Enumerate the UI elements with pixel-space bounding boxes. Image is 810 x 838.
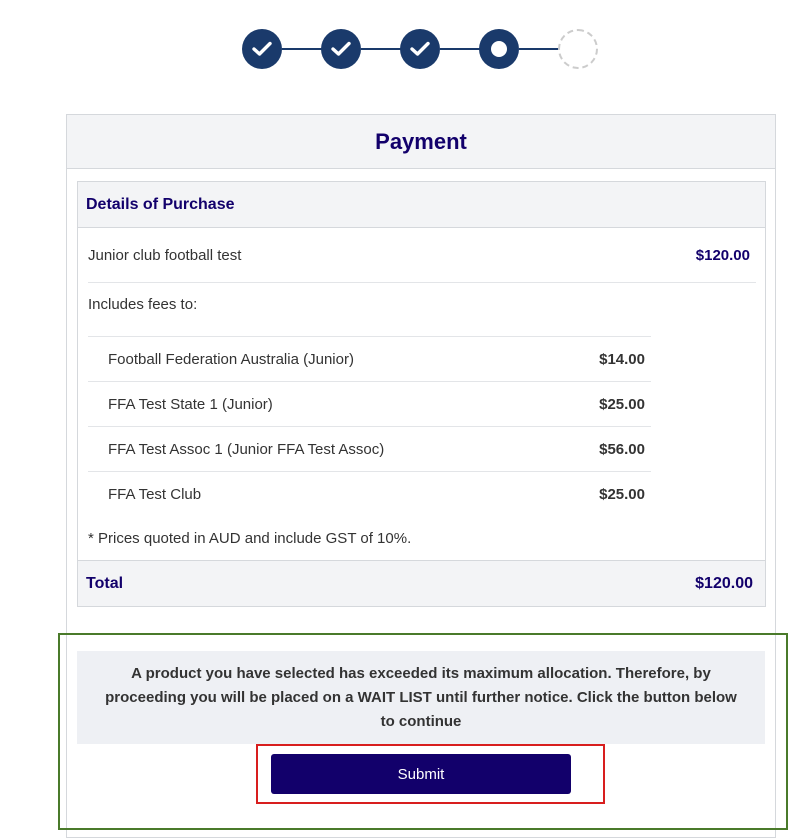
purchase-details-heading: Details of Purchase <box>78 182 765 228</box>
product-row: Junior club football test $120.00 <box>88 228 756 283</box>
check-icon <box>252 41 272 56</box>
fee-amount: $25.00 <box>599 485 645 503</box>
check-icon <box>331 41 351 56</box>
total-row: Total $120.00 <box>78 560 765 606</box>
product-price: $120.00 <box>695 246 750 264</box>
current-step-dot <box>491 41 507 57</box>
fees-list: Football Federation Australia (Junior) $… <box>88 336 651 516</box>
fee-amount: $14.00 <box>599 350 645 368</box>
fee-row: FFA Test Club $25.00 <box>88 471 651 516</box>
progress-stepper <box>242 29 602 71</box>
fee-row: Football Federation Australia (Junior) $… <box>88 336 651 381</box>
fee-row: FFA Test Assoc 1 (Junior FFA Test Assoc)… <box>88 426 651 471</box>
fee-name: FFA Test Assoc 1 (Junior FFA Test Assoc) <box>108 440 385 458</box>
fee-amount: $56.00 <box>599 440 645 458</box>
page-title: Payment <box>375 128 467 154</box>
step-connector <box>519 48 559 50</box>
check-icon <box>410 41 430 56</box>
fees-label: Includes fees to: <box>88 296 198 313</box>
step-2-complete <box>321 29 361 69</box>
fee-name: Football Federation Australia (Junior) <box>108 350 354 368</box>
total-value: $120.00 <box>695 574 753 592</box>
step-5-pending <box>558 29 598 69</box>
fee-row: FFA Test State 1 (Junior) $25.00 <box>88 381 651 426</box>
product-name: Junior club football test <box>88 246 242 264</box>
step-4-current <box>479 29 519 69</box>
step-3-complete <box>400 29 440 69</box>
fee-amount: $25.00 <box>599 395 645 413</box>
purchase-details: Details of Purchase Junior club football… <box>77 181 766 607</box>
fee-name: FFA Test State 1 (Junior) <box>108 395 273 413</box>
step-connector <box>361 48 401 50</box>
card-header: Payment <box>67 115 775 169</box>
fee-name: FFA Test Club <box>108 485 202 503</box>
step-1-complete <box>242 29 282 69</box>
step-connector <box>440 48 480 50</box>
step-connector <box>282 48 322 50</box>
highlight-frame-red <box>256 744 605 804</box>
total-label: Total <box>86 574 124 592</box>
gst-note: * Prices quoted in AUD and include GST o… <box>88 530 412 547</box>
